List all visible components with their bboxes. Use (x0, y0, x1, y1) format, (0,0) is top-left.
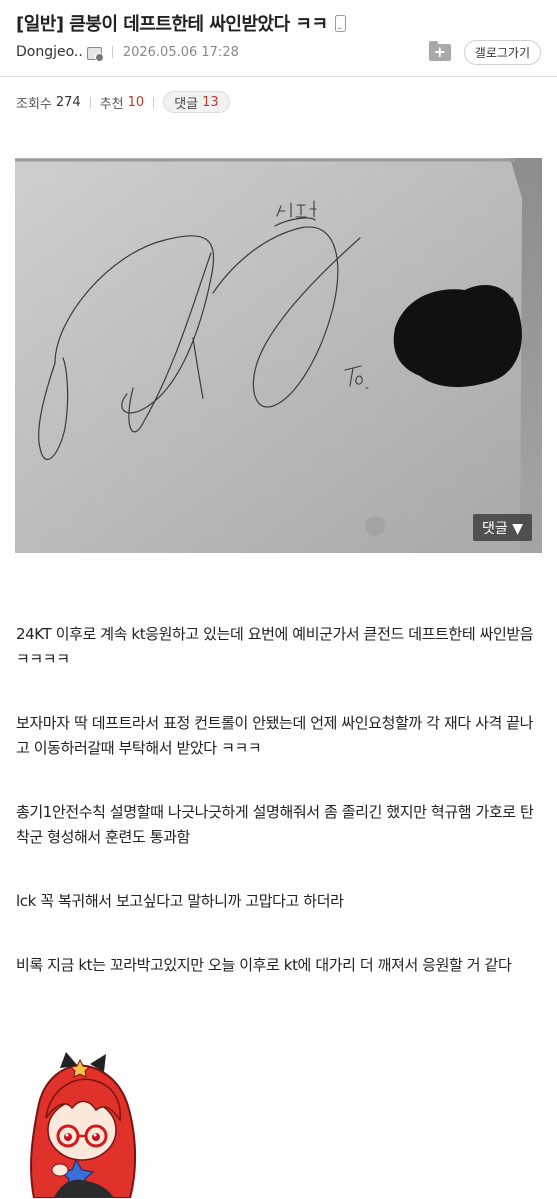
post-title-row: [일반] 큳붕이 데프트한테 싸인받았다 ㅋㅋ (16, 10, 536, 36)
body-paragraph: 24KT 이후로 계속 kt응원하고 있는데 요번에 예비군가서 큳전드 데프트… (16, 625, 534, 668)
post-stats: 조회수 274 추천 10 댓글 13 (16, 91, 230, 113)
comment-count-button[interactable]: 댓글 13 (163, 91, 230, 113)
anime-girl-sticker (30, 1052, 137, 1199)
author-name[interactable]: Dongjeo.. (16, 44, 83, 60)
post-meta: Dongjeo.. 2026.05.06 17:28 + 갤로그가기 (16, 39, 541, 65)
comments-count: 13 (202, 94, 219, 110)
stats-divider (153, 96, 155, 108)
post-body: 24KT 이후로 계속 kt응원하고 있는데 요번에 예비군가서 큳전드 데프트… (16, 622, 546, 1017)
meta-actions: + 갤로그가기 (428, 39, 541, 65)
body-paragraph: 총기1안전수칙 설명할때 나긋나긋하게 설명해줘서 좀 졸리긴 했지만 혁규햄 … (16, 803, 534, 846)
gallog-button[interactable]: 갤로그가기 (463, 39, 541, 65)
user-dccon-avatar (20, 1048, 145, 1199)
mobile-phone-icon (334, 14, 346, 32)
fixed-nickname-icon (86, 46, 104, 62)
recommend-count: 10 (127, 94, 145, 110)
header-divider (0, 76, 557, 77)
stats-divider (89, 96, 91, 108)
autograph-photo: 댓글 ▼ (15, 158, 542, 553)
image-comment-button[interactable]: 댓글 ▼ (473, 514, 532, 541)
comments-label: 댓글 (174, 96, 199, 112)
post-date: 2026.05.06 17:28 (122, 44, 239, 60)
views-count: 274 (55, 94, 81, 110)
autograph-image (15, 158, 542, 553)
body-paragraph: 보자마자 딱 데프트라서 표정 컨트롤이 안됐는데 언제 싸인요청할까 각 재다… (16, 714, 534, 757)
folder-add-icon[interactable]: + (428, 40, 451, 61)
views-label: 조회수 (16, 96, 52, 112)
body-paragraph: lck 꼭 복귀해서 보고싶다고 말하니까 고맙다고 하더라 (16, 892, 344, 910)
body-paragraph: 비록 지금 kt는 꼬라박고있지만 오늘 이후로 kt에 대가리 더 깨져서 응… (16, 956, 512, 974)
recommend-label: 추천 (99, 96, 124, 112)
meta-divider (111, 46, 113, 58)
post-title: [일반] 큳붕이 데프트한테 싸인받았다 ㅋㅋ (16, 14, 328, 35)
